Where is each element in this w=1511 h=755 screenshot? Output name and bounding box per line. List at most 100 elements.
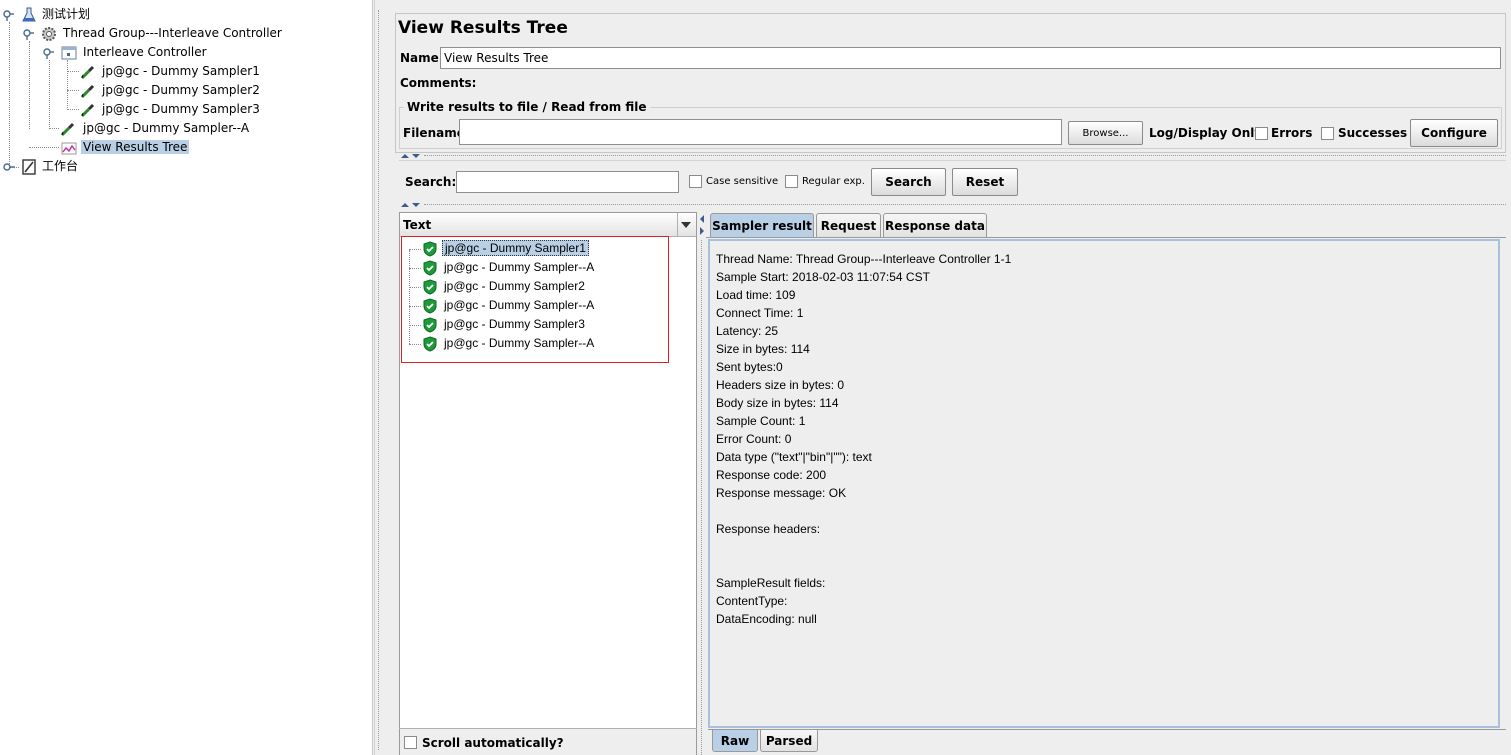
case-sensitive-label: Case sensitive [706,176,779,187]
browse-button[interactable]: Browse... [1068,121,1143,145]
tree-node-label: 工作台 [42,159,79,173]
result-line: ContentType: [716,594,788,608]
tree-node-sampler1[interactable]: jp@gc - Dummy Sampler1 [100,62,262,81]
tree-node-sampler-a[interactable]: jp@gc - Dummy Sampler--A [81,119,251,138]
tree-connector [29,147,59,148]
tree-node-sampler2[interactable]: jp@gc - Dummy Sampler2 [100,81,262,100]
result-line: Response headers: [716,522,821,536]
search-button[interactable]: Search [871,168,946,196]
successes-label: Successes [1338,126,1408,140]
errors-label: Errors [1271,126,1313,140]
sampler-pipette-icon [80,84,95,99]
tree-connector [67,90,79,91]
tab-response-data[interactable]: Response data [883,213,987,237]
tab-raw[interactable]: Raw [712,730,758,752]
sampler-pipette-icon [80,103,95,118]
expanded-toggle-icon[interactable] [3,9,15,21]
workbench-icon [22,159,36,175]
tree-connector [67,109,79,110]
tree-node-label: Interleave Controller [83,45,207,59]
comments-label: Comments: [400,76,477,90]
renderer-select-value: Text [403,218,432,232]
result-line: Size in bytes: 114 [716,342,810,356]
result-line: Load time: 109 [716,288,796,302]
sampler-pipette-icon [60,122,75,137]
errors-checkbox[interactable] [1255,127,1268,140]
tree-connector [49,128,59,129]
scroll-automatically-label: Scroll automatically? [422,736,564,750]
result-line: Sample Count: 1 [716,414,806,428]
split-divider[interactable] [424,204,1506,205]
tree-node-label: 测试计划 [42,7,91,21]
result-line: Data type ("text"|"bin"|""): text [716,450,872,464]
test-plan-tree[interactable]: 测试计划 Thread Group---Interleave Controlle… [0,0,373,755]
search-label: Search: [405,175,457,189]
tree-node-label: Thread Group---Interleave Controller [63,26,282,40]
scroll-automatically-checkbox[interactable] [404,736,417,749]
tab-parsed[interactable]: Parsed [760,730,818,752]
tree-node-interleave-controller[interactable]: Interleave Controller [81,43,209,62]
select-separator [677,213,678,237]
tree-connector [49,60,50,129]
filename-input[interactable] [459,119,1062,145]
tree-node-label: jp@gc - Dummy Sampler1 [102,64,260,78]
result-line: DataEncoding: null [716,612,817,626]
tree-connector [9,22,10,168]
renderer-select[interactable] [400,213,696,237]
controller-icon [61,46,77,60]
search-input[interactable] [456,171,679,193]
tab-request[interactable]: Request [816,213,881,237]
thread-group-gear-icon [42,27,56,41]
case-sensitive-checkbox[interactable] [689,175,702,188]
name-field[interactable]: View Results Tree [440,47,1501,69]
tab-baseline [706,237,1506,238]
tree-node-workbench[interactable]: 工作台 [40,157,80,176]
regular-exp-checkbox[interactable] [785,175,798,188]
filename-label: Filename [403,126,465,140]
test-plan-flask-icon [22,7,36,22]
log-display-label: Log/Display Only: [1149,126,1267,140]
tree-node-test-plan[interactable]: 测试计划 [40,5,92,24]
split-collapse-arrows-icon[interactable] [698,213,706,237]
tree-connector [29,41,30,129]
split-divider[interactable] [701,240,702,755]
splitter-grip[interactable] [378,10,380,750]
tab-sampler-result[interactable]: Sampler result [710,213,814,237]
reset-button[interactable]: Reset [952,168,1018,196]
tree-node-label: View Results Tree [81,140,190,154]
successes-checkbox[interactable] [1321,127,1334,140]
result-line: Response code: 200 [716,468,827,482]
tree-node-sampler3[interactable]: jp@gc - Dummy Sampler3 [100,100,262,119]
expanded-toggle-icon[interactable] [23,28,35,40]
split-divider[interactable] [424,155,1506,156]
result-line: Thread Name: Thread Group---Interleave C… [716,252,1012,266]
result-line: Sample Start: 2018-02-03 11:07:54 CST [716,270,930,284]
tree-node-thread-group[interactable]: Thread Group---Interleave Controller [61,24,284,43]
bottom-tab-baseline [708,729,1506,730]
result-line: Error Count: 0 [716,432,792,446]
page-title: View Results Tree [398,18,568,38]
tree-node-label: jp@gc - Dummy Sampler--A [83,121,250,135]
name-label: Name: [400,51,444,65]
result-line: Sent bytes:0 [716,360,783,374]
tree-connector [67,60,68,110]
sampler-pipette-icon [80,65,95,80]
result-line: Latency: 25 [716,324,779,338]
tree-node-label: jp@gc - Dummy Sampler3 [102,102,260,116]
tree-node-label: jp@gc - Dummy Sampler2 [102,83,260,97]
collapsed-toggle-icon[interactable] [3,161,15,173]
chevron-down-icon[interactable] [681,221,691,229]
result-line: Connect Time: 1 [716,306,804,320]
divider-line [399,160,1506,161]
split-collapse-arrows-icon[interactable] [399,152,423,160]
result-line: SampleResult fields: [716,576,826,590]
result-line: Body size in bytes: 114 [716,396,839,410]
configure-button[interactable]: Configure [1410,119,1498,147]
regular-exp-label: Regular exp. [802,176,865,187]
result-line: Response message: OK [716,486,847,500]
tree-connector [67,71,79,72]
split-collapse-arrows-icon[interactable] [399,201,423,209]
result-line: Headers size in bytes: 0 [716,378,845,392]
expanded-toggle-icon[interactable] [43,47,55,59]
tree-node-view-results-tree[interactable]: View Results Tree [81,138,190,157]
